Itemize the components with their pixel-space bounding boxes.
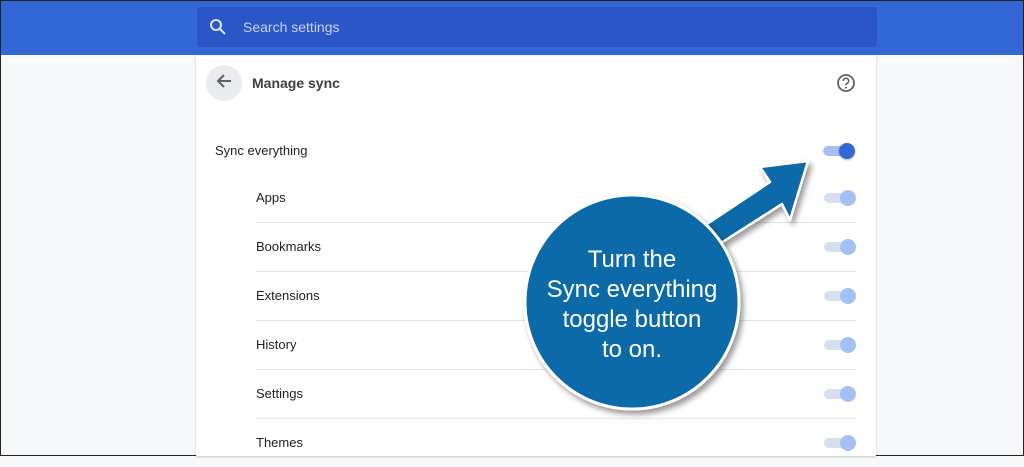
apps-toggle[interactable]	[824, 189, 856, 206]
search-input[interactable]	[241, 18, 877, 36]
sync-item-label: Apps	[256, 190, 286, 205]
sync-item-settings: Settings	[256, 369, 856, 419]
sync-item-extensions: Extensions	[256, 271, 856, 321]
help-button[interactable]	[836, 73, 856, 93]
sync-item-bookmarks: Bookmarks	[256, 222, 856, 272]
sync-item-apps: Apps	[256, 173, 856, 223]
sync-item-history: History	[256, 320, 856, 370]
sync-item-label: Bookmarks	[256, 239, 322, 254]
search-icon	[209, 18, 227, 36]
bookmarks-toggle[interactable]	[824, 238, 856, 255]
help-icon	[836, 74, 856, 97]
settings-toggle[interactable]	[824, 385, 856, 402]
sync-everything-toggle[interactable]	[823, 142, 855, 159]
search-bar[interactable]	[197, 7, 877, 47]
page-title: Manage sync	[252, 75, 340, 91]
back-button[interactable]	[206, 65, 242, 101]
top-bar	[1, 1, 1023, 55]
sync-item-themes: Themes	[256, 418, 856, 467]
sync-item-label: History	[256, 337, 297, 352]
sync-everything-row: Sync everything	[215, 126, 855, 175]
back-arrow-icon	[216, 73, 232, 94]
themes-toggle[interactable]	[824, 434, 856, 451]
sync-item-label: Settings	[256, 386, 303, 401]
settings-card: Manage sync Sync everything Apps Bookmar…	[196, 56, 876, 456]
history-toggle[interactable]	[824, 336, 856, 353]
sync-item-label: Themes	[256, 435, 303, 450]
sync-item-label: Extensions	[256, 288, 320, 303]
sync-everything-label: Sync everything	[215, 143, 308, 158]
page-header: Manage sync	[196, 56, 876, 110]
extensions-toggle[interactable]	[824, 287, 856, 304]
